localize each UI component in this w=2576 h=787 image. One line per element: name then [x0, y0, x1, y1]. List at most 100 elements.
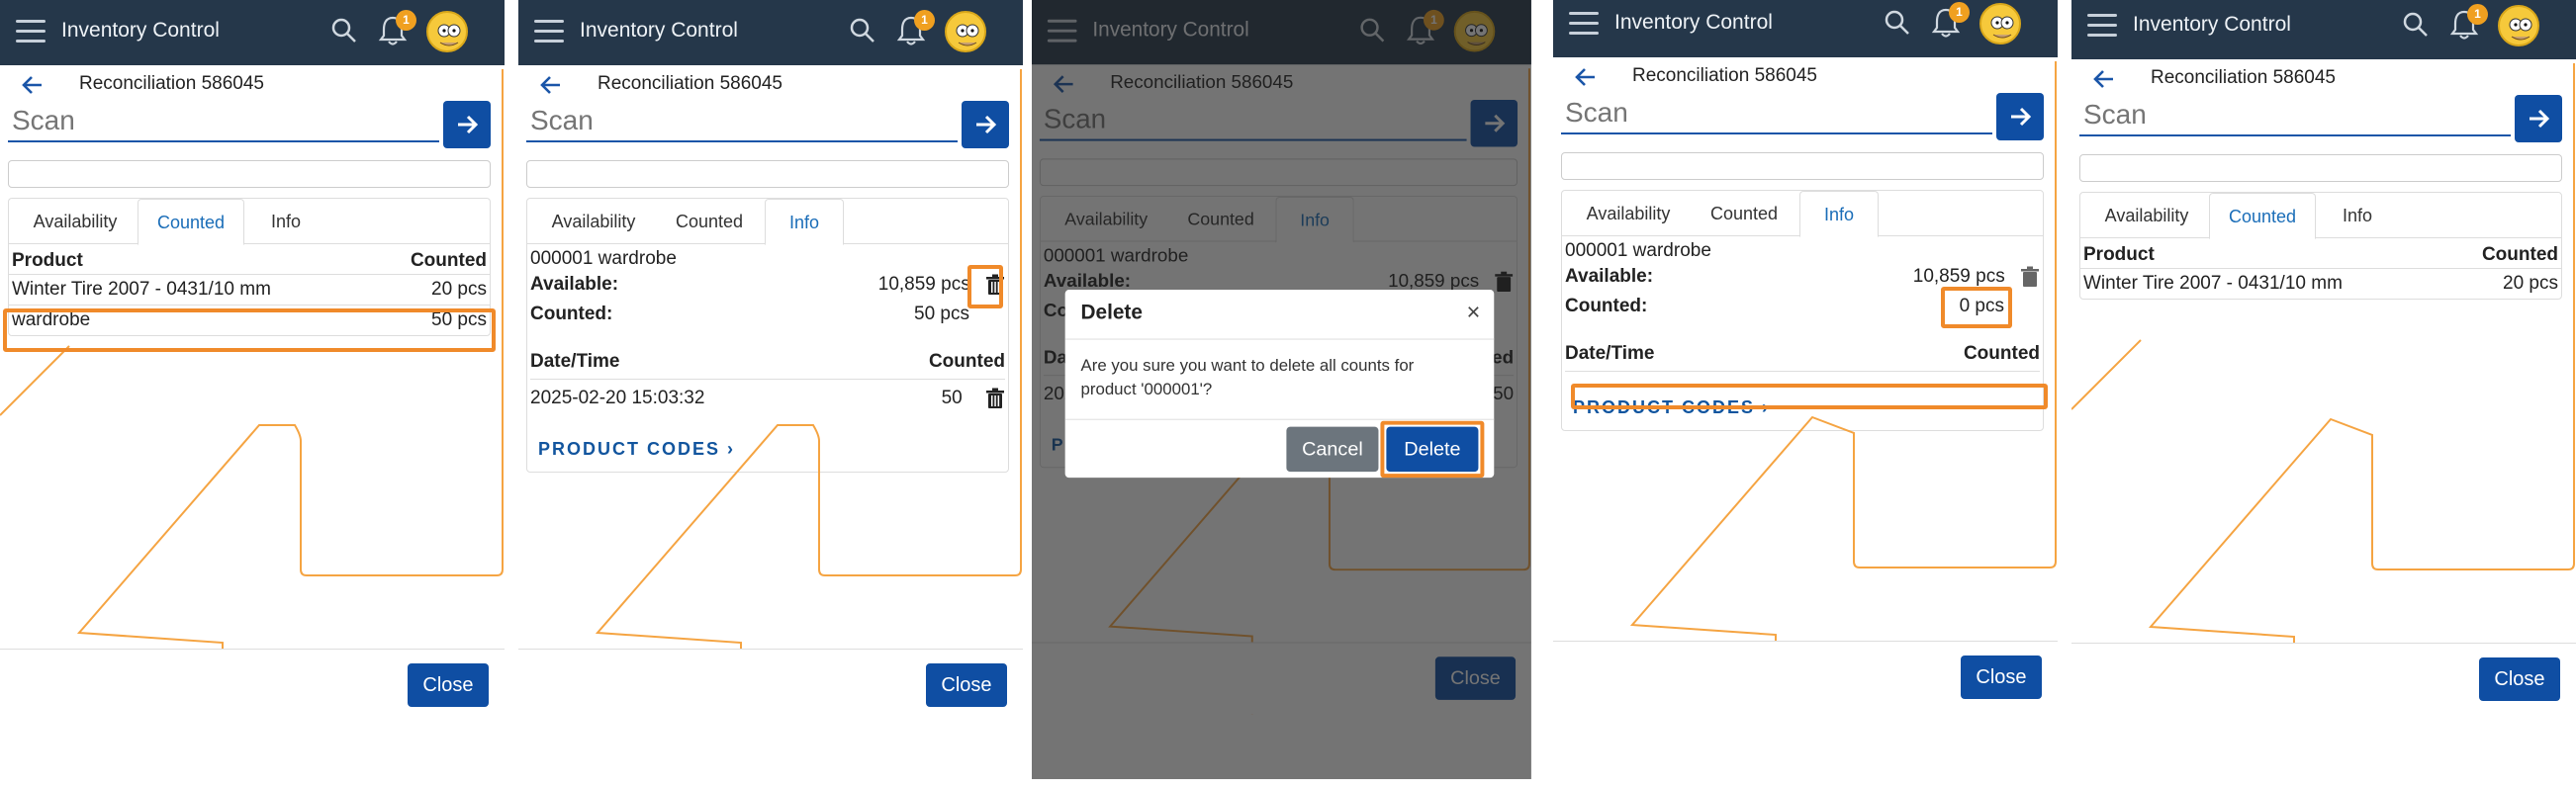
product-line: 000001 wardrobe [1565, 240, 1711, 261]
app-title: Inventory Control [2133, 13, 2291, 36]
trash-icon[interactable] [985, 274, 1005, 296]
tab-bar: Availability Counted Info [527, 199, 1008, 245]
app-title: Inventory Control [61, 19, 220, 42]
close-button[interactable]: Close [926, 663, 1007, 707]
col-counted: Counted [928, 351, 1005, 372]
available-value: 10,859 pcs [877, 274, 970, 295]
avatar[interactable] [426, 11, 468, 52]
secondary-input[interactable] [8, 160, 491, 188]
menu-icon[interactable] [16, 20, 46, 44]
screen-2: Inventory Control 1 Reconciliation 58604… [518, 0, 1023, 787]
product-codes-link[interactable]: PRODUCT CODES › [530, 417, 1005, 468]
tab-bar: Availability Counted Info [9, 199, 490, 245]
footer-bar: Close [0, 649, 505, 722]
scan-submit-button[interactable] [443, 101, 491, 148]
row-counted: 20 pcs [431, 279, 487, 300]
secondary-input[interactable] [2079, 154, 2562, 182]
tab-info[interactable]: Info [2318, 193, 2397, 238]
product-codes-link[interactable]: PRODUCT CODES › [1565, 394, 2040, 426]
menu-icon[interactable] [534, 20, 564, 44]
back-arrow-icon[interactable] [20, 73, 46, 97]
tab-counted[interactable]: Counted [138, 199, 244, 245]
arrow-right-icon [976, 115, 997, 134]
scan-input[interactable] [526, 101, 958, 142]
app-title: Inventory Control [580, 19, 738, 42]
counted-label: Counted: [1565, 296, 1648, 316]
history-row: 2025-02-20 15:03:32 50 [530, 380, 1005, 417]
search-icon[interactable] [2401, 10, 2431, 40]
tab-availability[interactable]: Availability [2086, 193, 2207, 238]
back-arrow-icon[interactable] [538, 73, 564, 97]
page-title: Reconciliation 586045 [79, 73, 264, 94]
trash-icon[interactable] [2020, 266, 2040, 288]
table-row[interactable]: wardrobe 50 pcs [9, 305, 490, 335]
trash-icon[interactable] [985, 388, 1005, 409]
table-header: Product Counted [9, 244, 490, 274]
close-icon[interactable]: × [1467, 300, 1481, 327]
scan-input[interactable] [2079, 95, 2511, 136]
dialog-title: Delete [1080, 301, 1143, 324]
scan-submit-button[interactable] [2515, 95, 2562, 142]
avatar[interactable] [2498, 5, 2539, 46]
close-button[interactable]: Close [2479, 657, 2560, 701]
row-product: wardrobe [12, 309, 91, 330]
col-product: Product [2083, 244, 2155, 265]
available-value: 10,859 pcs [1912, 266, 2005, 287]
avatar[interactable] [1979, 3, 2021, 44]
tab-counted[interactable]: Counted [2209, 193, 2316, 239]
back-arrow-icon[interactable] [1573, 65, 1599, 89]
tabs-card: Availability Counted Info 000001 wardrob… [1561, 190, 2044, 431]
close-button[interactable]: Close [408, 663, 489, 707]
menu-icon[interactable] [2087, 14, 2117, 38]
search-icon[interactable] [848, 16, 877, 45]
page-title: Reconciliation 586045 [598, 73, 782, 94]
row-product: Winter Tire 2007 - 0431/10 mm [2083, 273, 2343, 294]
tabs-card: Availability Counted Info 000001 wardrob… [526, 198, 1009, 474]
tab-info[interactable]: Info [246, 199, 325, 244]
tab-bar: Availability Counted Info [2080, 193, 2561, 239]
page-title: Reconciliation 586045 [1632, 65, 1817, 86]
secondary-input[interactable] [1561, 152, 2044, 180]
tab-availability[interactable]: Availability [15, 199, 136, 244]
close-button[interactable]: Close [1961, 656, 2042, 699]
history-counted: 50 [941, 388, 963, 409]
screen-3: Inventory Control 1 Reconciliation 58604… [1032, 0, 1531, 787]
row-counted: 20 pcs [2503, 273, 2558, 294]
avatar[interactable] [945, 11, 986, 52]
tab-availability[interactable]: Availability [1568, 191, 1689, 236]
back-arrow-icon[interactable] [2091, 67, 2117, 91]
search-icon[interactable] [1883, 8, 1912, 38]
col-datetime: Date/Time [1565, 343, 1655, 364]
search-icon[interactable] [329, 16, 359, 45]
scan-submit-button[interactable] [1996, 93, 2044, 140]
scan-input[interactable] [8, 101, 439, 142]
info-panel: 000001 wardrobe Available: 10,859 pcs Co… [1562, 236, 2043, 430]
arrow-right-icon [2530, 109, 2550, 129]
cancel-button[interactable]: Cancel [1286, 426, 1379, 473]
footer-bar: Close [2071, 643, 2576, 716]
delete-dialog: Delete × Are you sure you want to delete… [1064, 290, 1495, 479]
app-header: Inventory Control 1 [0, 0, 505, 65]
tab-counted[interactable]: Counted [1691, 191, 1797, 236]
notification-badge: 1 [914, 10, 935, 31]
tab-bar: Availability Counted Info [1562, 191, 2043, 237]
secondary-input[interactable] [526, 160, 1009, 188]
scan-input[interactable] [1561, 93, 1992, 134]
delete-button[interactable]: Delete [1386, 426, 1479, 473]
app-header: Inventory Control 1 [1553, 0, 2058, 57]
table-row[interactable]: Winter Tire 2007 - 0431/10 mm 20 pcs [9, 274, 490, 305]
tabs-card: Availability Counted Info Product Counte… [2079, 192, 2562, 300]
counted-value: 0 pcs [1959, 296, 2004, 316]
col-datetime: Date/Time [530, 351, 620, 372]
tab-info[interactable]: Info [765, 199, 844, 245]
menu-icon[interactable] [1569, 12, 1599, 36]
tab-counted[interactable]: Counted [656, 199, 763, 244]
table-row[interactable]: Winter Tire 2007 - 0431/10 mm 20 pcs [2080, 268, 2561, 299]
tab-info[interactable]: Info [1799, 191, 1879, 237]
scan-submit-button[interactable] [962, 101, 1009, 148]
tab-availability[interactable]: Availability [533, 199, 654, 244]
col-product: Product [12, 250, 83, 271]
history-header: Date/Time Counted [530, 351, 1005, 380]
notification-badge: 1 [1949, 2, 1970, 23]
notification-badge: 1 [2467, 4, 2488, 25]
